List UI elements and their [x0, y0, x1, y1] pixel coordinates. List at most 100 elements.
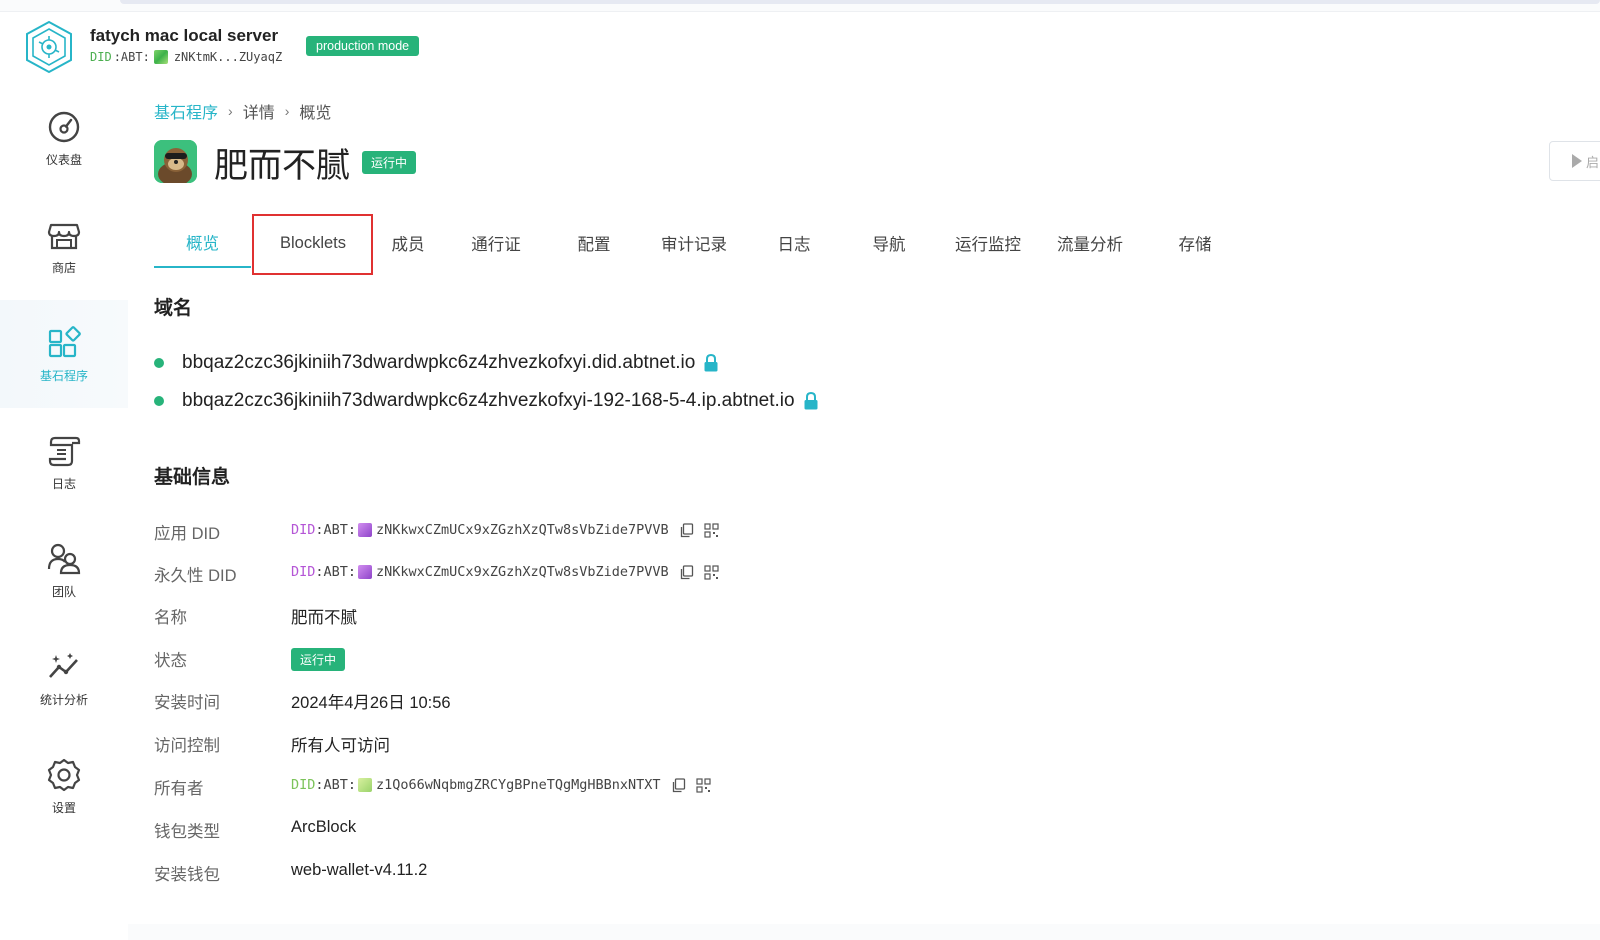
- domain-link[interactable]: bbqaz2czc36jkiniih73dwardwpkc6z4zhvezkof…: [182, 352, 695, 374]
- install-wallet-value: web-wallet-v4.11.2: [291, 861, 428, 879]
- breadcrumb: 基石程序 › 详情 › 概览: [154, 99, 331, 123]
- copy-icon[interactable]: [679, 522, 694, 538]
- access-control-value: 所有人可访问: [291, 737, 390, 755]
- play-icon: [1572, 154, 1582, 168]
- did-prefix: DID: [291, 777, 316, 793]
- name-label: 名称: [154, 609, 187, 627]
- domains-title: 域名: [154, 298, 193, 319]
- server-did-short: zNKtmK...ZUyaqZ: [173, 50, 283, 64]
- app-did-label: 应用 DID: [154, 525, 220, 543]
- tab-audit-log[interactable]: 审计记录: [644, 218, 744, 268]
- top-strip: [0, 0, 1600, 12]
- basic-info-title: 基础信息: [154, 467, 231, 488]
- sidebar-item-label: 仪表盘: [45, 152, 82, 167]
- tab-overview[interactable]: 概览: [154, 218, 251, 268]
- owner-label: 所有者: [154, 780, 204, 798]
- perm-did-text[interactable]: zNKkwxCZmUCx9xZGzhXzQTw8sVbZide7PVVB: [376, 564, 669, 580]
- did-prefix: DID: [291, 564, 316, 580]
- wallet-type-value: ArcBlock: [291, 818, 357, 836]
- qrcode-icon[interactable]: [704, 522, 719, 538]
- owner-did-text[interactable]: z1Qo66wNqbmgZRCYgBPneTQgMgHBBnxNTXT: [376, 777, 660, 793]
- otter-avatar-icon: [154, 140, 197, 183]
- sidebar-item-blocklets[interactable]: 基石程序: [0, 300, 128, 408]
- lock-icon: [804, 392, 818, 410]
- domain-link[interactable]: bbqaz2czc36jkiniih73dwardwpkc6z4zhvezkof…: [182, 390, 795, 412]
- tab-blocklets[interactable]: Blocklets: [253, 218, 373, 268]
- sidebar-item-analytics[interactable]: 统计分析: [0, 624, 128, 732]
- mode-badge: production mode: [306, 36, 420, 56]
- analytics-icon: [49, 652, 78, 678]
- install-wallet-label: 安装钱包: [154, 866, 220, 884]
- perm-did-value: DID:ABT: zNKkwxCZmUCx9xZGzhXzQTw8sVbZide…: [291, 564, 719, 580]
- server-name: fatych mac local server: [90, 26, 279, 45]
- sidebar-item-label: 团队: [51, 584, 76, 599]
- tab-monitor[interactable]: 运行监控: [938, 218, 1038, 268]
- app-title: 肥而不腻: [214, 147, 350, 185]
- scroll-indicator: [120, 0, 1600, 4]
- tab-logs[interactable]: 日志: [754, 218, 834, 268]
- qrcode-icon[interactable]: [695, 777, 711, 793]
- copy-icon[interactable]: [679, 564, 694, 580]
- tab-navigation[interactable]: 导航: [848, 218, 930, 268]
- tab-members[interactable]: 成员: [375, 218, 441, 268]
- sidebar-item-label: 统计分析: [39, 692, 88, 707]
- sidebar: 仪表盘 商店 基石程序 日志 团队 统计分析 设置: [0, 84, 128, 940]
- server-did-avatar: [153, 50, 168, 64]
- perm-did-avatar: [358, 565, 373, 579]
- copy-icon[interactable]: [671, 777, 686, 793]
- status-value: 运行中: [291, 648, 346, 671]
- dashboard-icon: [48, 111, 80, 142]
- sidebar-item-label: 设置: [51, 800, 76, 815]
- domain-item: bbqaz2czc36jkiniih73dwardwpkc6z4zhvezkof…: [154, 390, 819, 412]
- sidebar-item-label: 基石程序: [39, 368, 88, 383]
- did-prefix: DID: [90, 50, 112, 64]
- perm-did-label: 永久性 DID: [154, 567, 237, 585]
- store-icon: [47, 223, 81, 249]
- blocklet-icon: [48, 325, 81, 357]
- sidebar-item-dashboard[interactable]: 仪表盘: [0, 84, 128, 192]
- owner-value: DID:ABT: z1Qo66wNqbmgZRCYgBPneTQgMgHBBnx…: [291, 777, 711, 793]
- breadcrumb-separator: ›: [228, 103, 233, 119]
- domain-status-dot: [154, 396, 164, 406]
- bottom-strip: [128, 924, 1600, 940]
- breadcrumb-detail: 详情: [242, 105, 275, 122]
- wallet-type-label: 钱包类型: [154, 823, 220, 841]
- status-badge: 运行中: [362, 151, 417, 174]
- settings-icon: [47, 758, 81, 791]
- app-did-text[interactable]: zNKkwxCZmUCx9xZGzhXzQTw8sVbZide7PVVB: [376, 522, 669, 538]
- status-label: 状态: [154, 652, 187, 670]
- did-abt: :ABT:: [315, 777, 357, 793]
- domain-item: bbqaz2czc36jkiniih73dwardwpkc6z4zhvezkof…: [154, 352, 719, 374]
- status-badge: 运行中: [291, 648, 346, 671]
- install-time-value: 2024年4月26日 10:56: [291, 694, 451, 712]
- owner-did-avatar: [358, 778, 373, 792]
- install-time-label: 安装时间: [154, 694, 220, 712]
- sidebar-item-store[interactable]: 商店: [0, 192, 128, 300]
- team-icon: [47, 543, 81, 574]
- lock-icon: [704, 354, 718, 372]
- header: fatych mac local server DID:ABT: zNKtmK.…: [0, 12, 1600, 84]
- sidebar-item-logs[interactable]: 日志: [0, 408, 128, 516]
- did-abt: :ABT:: [315, 522, 357, 538]
- tab-config[interactable]: 配置: [553, 218, 635, 268]
- domain-status-dot: [154, 358, 164, 368]
- sidebar-item-label: 日志: [51, 476, 76, 491]
- breadcrumb-separator: ›: [284, 103, 290, 119]
- server-did[interactable]: DID:ABT: zNKtmK...ZUyaqZ: [90, 50, 282, 64]
- tab-passport[interactable]: 通行证: [451, 218, 541, 268]
- breadcrumb-blocklets[interactable]: 基石程序: [154, 99, 218, 123]
- app-avatar: [154, 140, 197, 183]
- sidebar-item-settings[interactable]: 设置: [0, 732, 128, 840]
- tab-storage[interactable]: 存储: [1154, 218, 1236, 268]
- start-button-label: 启: [1586, 154, 1600, 170]
- name-value: 肥而不腻: [291, 609, 357, 627]
- qrcode-icon[interactable]: [704, 564, 719, 580]
- sidebar-item-team[interactable]: 团队: [0, 516, 128, 624]
- start-button[interactable]: 启: [1549, 141, 1600, 181]
- log-icon: [48, 436, 81, 466]
- tab-traffic[interactable]: 流量分析: [1040, 218, 1140, 268]
- server-logo-icon[interactable]: [24, 20, 74, 74]
- app-did-avatar: [358, 523, 373, 537]
- breadcrumb-overview: 概览: [299, 105, 332, 122]
- did-prefix: DID: [291, 522, 316, 538]
